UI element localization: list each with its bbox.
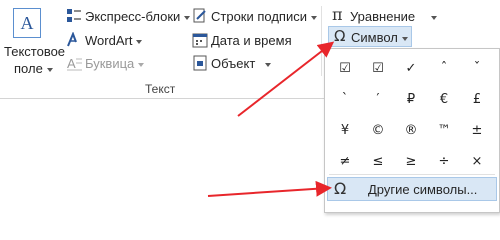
text-box-label-line2: поле (14, 61, 53, 76)
svg-text:A: A (67, 56, 76, 71)
wordart-label: WordArt (85, 33, 143, 48)
menu-divider (329, 174, 495, 175)
omega-icon: Ω (334, 27, 346, 45)
symbol-cell[interactable]: ′ (364, 86, 392, 112)
equation-button[interactable]: π Уравнение (330, 5, 440, 24)
symbol-cell[interactable]: ` (331, 86, 359, 112)
object-button[interactable]: Объект (192, 54, 282, 72)
signature-line-icon (193, 8, 206, 23)
object-label: Объект (211, 56, 272, 71)
more-symbols-item[interactable]: Ω Другие символы... (327, 177, 497, 201)
symbol-cell[interactable]: © (364, 117, 392, 143)
symbol-cell[interactable]: ≤ (364, 148, 392, 174)
date-time-label: Дата и время (211, 33, 292, 48)
symbol-cell[interactable]: ± (463, 117, 491, 143)
object-icon (193, 55, 207, 71)
wordart-button[interactable]: WordArt (66, 31, 146, 49)
symbol-cell[interactable]: ✓ (397, 55, 425, 81)
symbol-cell[interactable]: ® (397, 117, 425, 143)
dropcap-label: Буквица (85, 56, 145, 71)
group-label-text: Текст (145, 82, 176, 96)
symbol-cell[interactable]: ☑ (331, 55, 359, 81)
symbol-cell[interactable]: € (430, 86, 458, 112)
signature-line-button[interactable]: Строки подписи (192, 7, 322, 25)
text-box-label-line1: Текстовое (4, 44, 66, 59)
express-blocks-button[interactable]: Экспресс-блоки (66, 7, 191, 25)
calendar-icon (192, 33, 208, 48)
symbol-label: Символ (351, 30, 408, 45)
symbol-cell[interactable]: ˆ (430, 55, 458, 81)
symbol-cell[interactable]: ¥ (331, 117, 359, 143)
text-box-button[interactable]: A Текстовое поле (0, 4, 65, 76)
signature-line-label: Строки подписи (211, 9, 317, 24)
arrow-to-more-symbols (207, 180, 332, 197)
symbol-cell[interactable]: ≠ (331, 148, 359, 174)
symbol-cell[interactable]: ≥ (397, 148, 425, 174)
symbol-cell[interactable]: £ (463, 86, 491, 112)
symbol-cell[interactable]: ˇ (463, 55, 491, 81)
express-blocks-label: Экспресс-блоки (85, 9, 191, 24)
symbol-cell[interactable]: × (463, 148, 491, 174)
pi-icon: π (332, 5, 343, 24)
omega-icon: Ω (334, 179, 347, 198)
symbol-cell[interactable]: ☑ (364, 55, 392, 81)
date-time-button[interactable]: Дата и время (192, 31, 292, 49)
text-box-icon: A (13, 8, 41, 38)
equation-label: Уравнение (350, 9, 438, 24)
symbol-cell[interactable]: ™ (430, 117, 458, 143)
more-symbols-label: Другие символы... (368, 182, 478, 197)
symbol-button[interactable]: Ω Символ (328, 26, 412, 47)
wordart-icon (67, 32, 77, 47)
quick-parts-icon (67, 9, 81, 22)
symbol-cell[interactable]: ÷ (430, 148, 458, 174)
group-separator (321, 6, 322, 76)
dropcap-button: A Буквица (66, 54, 146, 72)
symbol-cell[interactable]: ₽ (397, 86, 425, 112)
dropcap-icon: A (67, 56, 82, 71)
symbol-dropdown: ☑ ☑ ✓ ˆ ˇ ` ′ ₽ € £ ¥ © ® ™ ± ≠ ≤ ≥ ÷ × … (324, 48, 500, 213)
